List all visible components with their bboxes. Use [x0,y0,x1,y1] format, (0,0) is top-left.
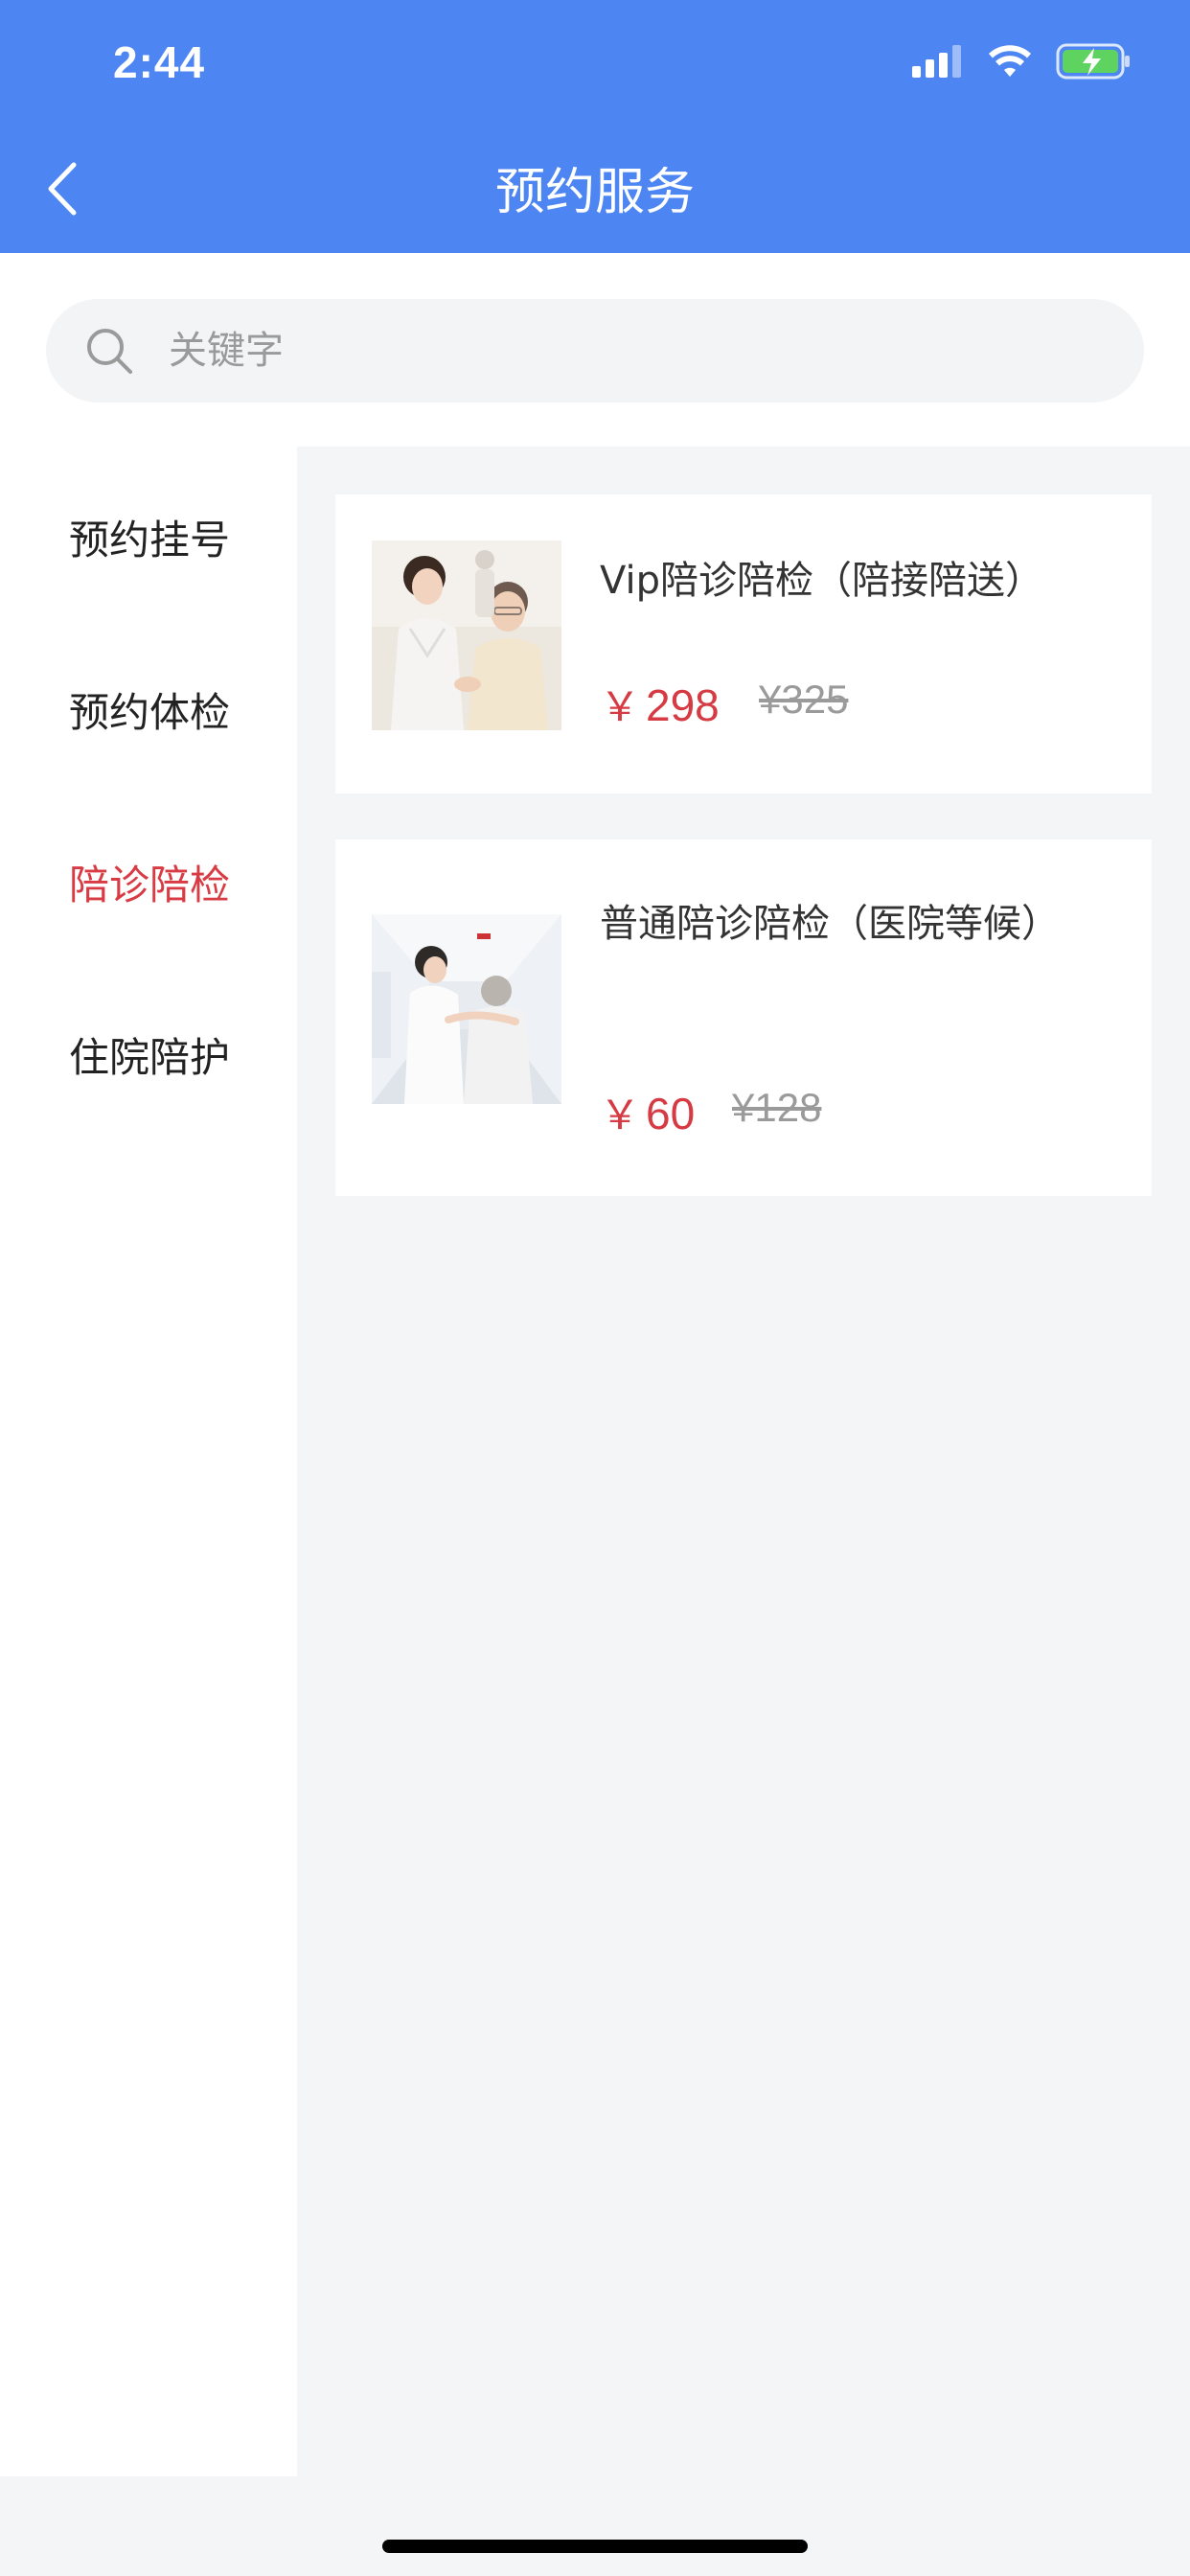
price-value: 60 [646,1089,696,1138]
service-price: ￥ 60 [600,1083,695,1141]
home-indicator [382,2540,808,2553]
signal-icon [912,45,961,78]
status-time: 2:44 [113,37,206,87]
page-title: 预约服务 [494,164,695,221]
battery-charging-icon [1056,43,1130,80]
status-icons [912,42,1133,80]
wifi-icon [989,45,1031,77]
service-card[interactable]: 普通陪诊陪检（医院等候） ￥ 60 ¥128 [335,840,1152,1196]
service-image [372,914,561,1104]
top-bar: 2:44 预约服务 [0,0,1190,253]
currency-symbol: ￥ [600,1092,641,1138]
category-sidebar: 预约挂号 预约体检 陪诊陪检 住院陪护 [0,447,297,2476]
service-card[interactable]: Vip陪诊陪检（陪接陪送） ￥ 298 ¥325 [335,494,1152,794]
sidebar-item-registration[interactable]: 预约挂号 [0,470,297,604]
price-value: 298 [646,680,720,730]
service-title: 普通陪诊陪检（医院等候） [600,902,1060,946]
original-price: ¥128 [732,1085,822,1130]
service-image [372,540,561,730]
sidebar-item-physical-exam[interactable]: 预约体检 [0,642,297,776]
search-bar[interactable] [46,299,1144,402]
service-price: ￥ 298 [600,675,720,733]
service-list: Vip陪诊陪检（陪接陪送） ￥ 298 ¥325 普通陪诊陪检（医院等候） ￥ … [297,447,1190,2476]
search-input[interactable] [169,322,1088,380]
original-price: ¥325 [759,677,849,722]
service-title: Vip陪诊陪检（陪接陪送） [600,559,1043,603]
currency-symbol: ￥ [600,684,641,729]
sidebar-item-escort[interactable]: 陪诊陪检 [0,815,297,949]
sidebar-item-inpatient-care[interactable]: 住院陪护 [0,987,297,1121]
search-section [0,253,1190,447]
search-icon [87,329,132,374]
